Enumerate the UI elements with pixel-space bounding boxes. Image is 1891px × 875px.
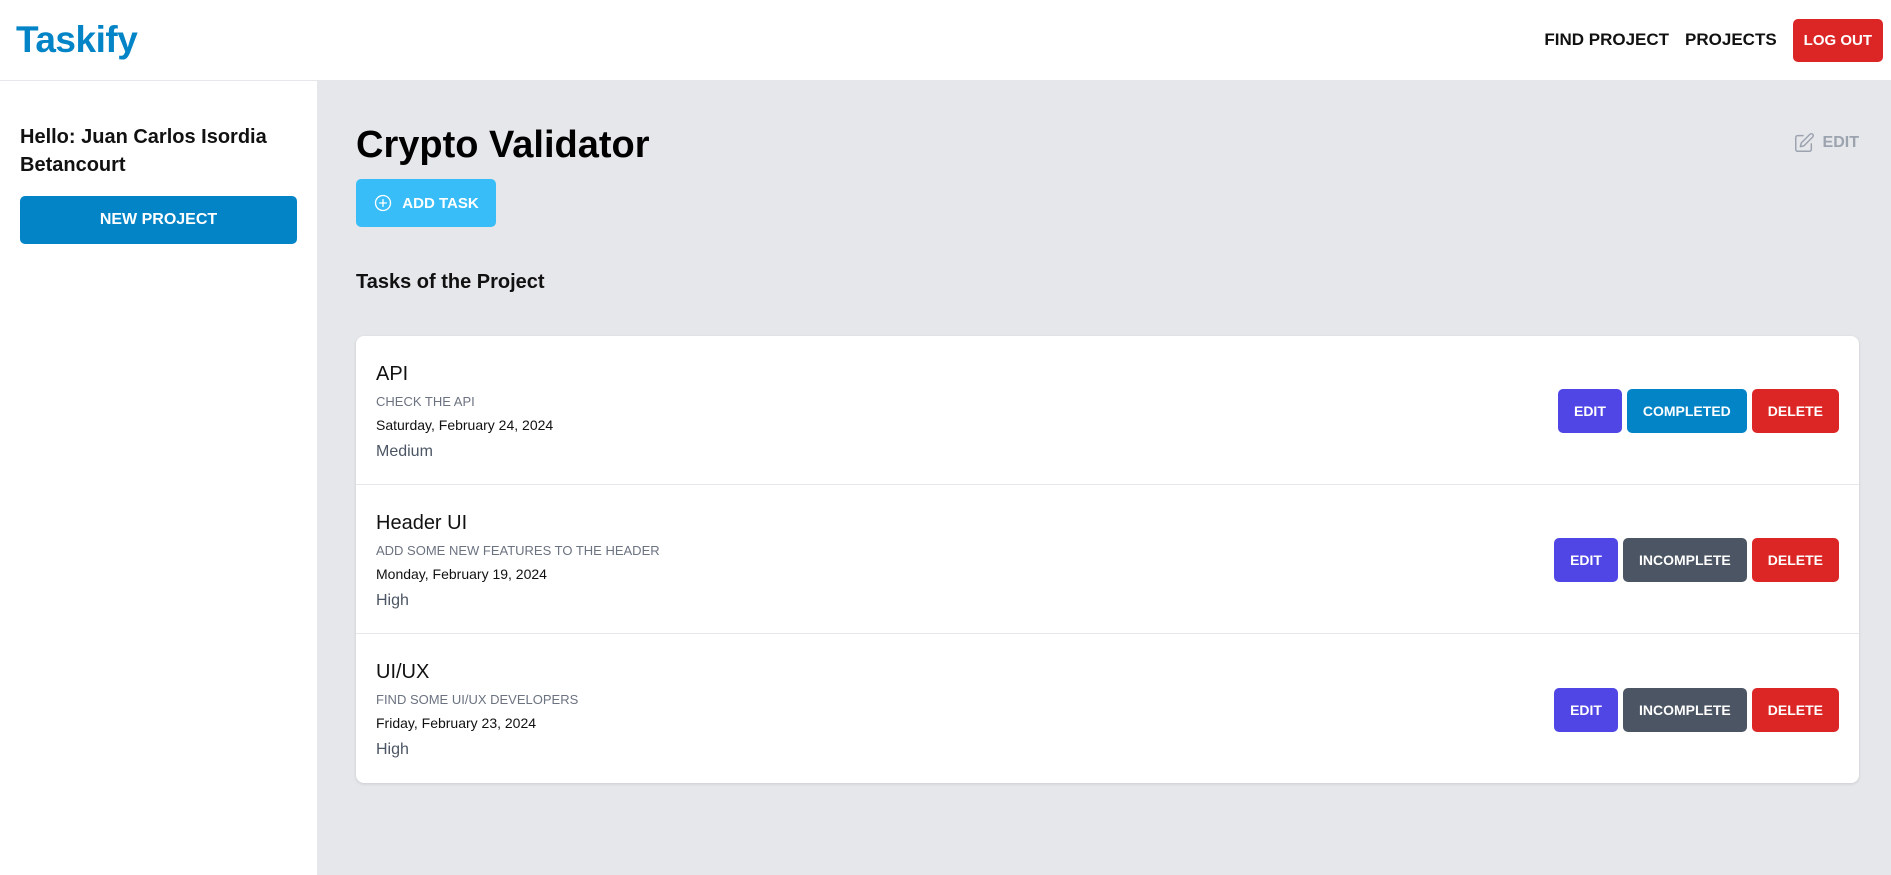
projects-link[interactable]: PROJECTS <box>1685 30 1777 50</box>
new-project-button[interactable]: NEW PROJECT <box>20 196 297 244</box>
task-description: ADD SOME NEW FEATURES TO THE HEADER <box>376 542 660 558</box>
task-info: Header UI ADD SOME NEW FEATURES TO THE H… <box>376 511 660 610</box>
edit-task-button[interactable]: EDIT <box>1554 538 1618 582</box>
task-date: Saturday, February 24, 2024 <box>376 416 554 433</box>
task-item: UI/UX FIND SOME UI/UX DEVELOPERS Friday,… <box>356 634 1859 783</box>
task-name: API <box>376 362 409 385</box>
main-content: Crypto Validator EDIT ADD TASK Tasks of … <box>318 81 1891 875</box>
task-actions: EDIT COMPLETED DELETE <box>1557 389 1839 433</box>
delete-task-button[interactable]: DELETE <box>1751 687 1839 732</box>
app-layout: Hello: Juan Carlos Isordia Betancourt NE… <box>0 81 1891 875</box>
task-item: API CHECK THE API Saturday, February 24,… <box>356 336 1859 485</box>
project-header: Crypto Validator EDIT <box>356 123 1859 167</box>
delete-task-button[interactable]: DELETE <box>1751 389 1839 433</box>
pencil-square-icon <box>1794 133 1814 152</box>
top-nav: FIND PROJECT PROJECTS LOG OUT <box>1544 18 1883 62</box>
task-list: API CHECK THE API Saturday, February 24,… <box>356 336 1859 783</box>
task-status-button[interactable]: INCOMPLETE <box>1622 538 1747 582</box>
top-bar: Taskify FIND PROJECT PROJECTS LOG OUT <box>0 0 1891 81</box>
task-status-button[interactable]: INCOMPLETE <box>1622 687 1747 732</box>
tasks-section-title: Tasks of the Project <box>356 271 545 293</box>
sidebar: Hello: Juan Carlos Isordia Betancourt NE… <box>0 81 318 875</box>
delete-task-button[interactable]: DELETE <box>1751 538 1839 582</box>
task-name: Header UI <box>376 511 468 534</box>
task-actions: EDIT INCOMPLETE DELETE <box>1554 538 1839 582</box>
edit-task-button[interactable]: EDIT <box>1557 389 1622 433</box>
project-title: Crypto Validator <box>356 124 650 166</box>
task-date: Friday, February 23, 2024 <box>376 715 537 731</box>
task-info: UI/UX FIND SOME UI/UX DEVELOPERS Friday,… <box>376 660 578 759</box>
task-priority: Medium <box>376 442 433 460</box>
edit-task-button[interactable]: EDIT <box>1554 687 1618 732</box>
task-status-button[interactable]: COMPLETED <box>1626 389 1747 433</box>
logout-button[interactable]: LOG OUT <box>1792 18 1883 62</box>
task-item: Header UI ADD SOME NEW FEATURES TO THE H… <box>356 485 1859 634</box>
task-description: FIND SOME UI/UX DEVELOPERS <box>376 692 579 707</box>
plus-circle-icon <box>375 194 392 212</box>
add-task-label: ADD TASK <box>402 194 479 212</box>
add-task-button[interactable]: ADD TASK <box>356 179 496 227</box>
app-logo[interactable]: Taskify <box>16 19 138 61</box>
task-priority: High <box>376 591 409 609</box>
task-priority: High <box>376 741 409 758</box>
task-description: CHECK THE API <box>376 393 475 409</box>
user-greeting: Hello: Juan Carlos Isordia Betancourt <box>20 126 267 176</box>
edit-project-label: EDIT <box>1822 134 1859 151</box>
find-project-link[interactable]: FIND PROJECT <box>1544 30 1669 50</box>
edit-project-button[interactable]: EDIT <box>1793 132 1859 154</box>
task-date: Monday, February 19, 2024 <box>376 565 547 582</box>
task-info: API CHECK THE API Saturday, February 24,… <box>376 362 553 461</box>
task-name: UI/UX <box>376 661 430 683</box>
task-actions: EDIT INCOMPLETE DELETE <box>1554 687 1839 732</box>
